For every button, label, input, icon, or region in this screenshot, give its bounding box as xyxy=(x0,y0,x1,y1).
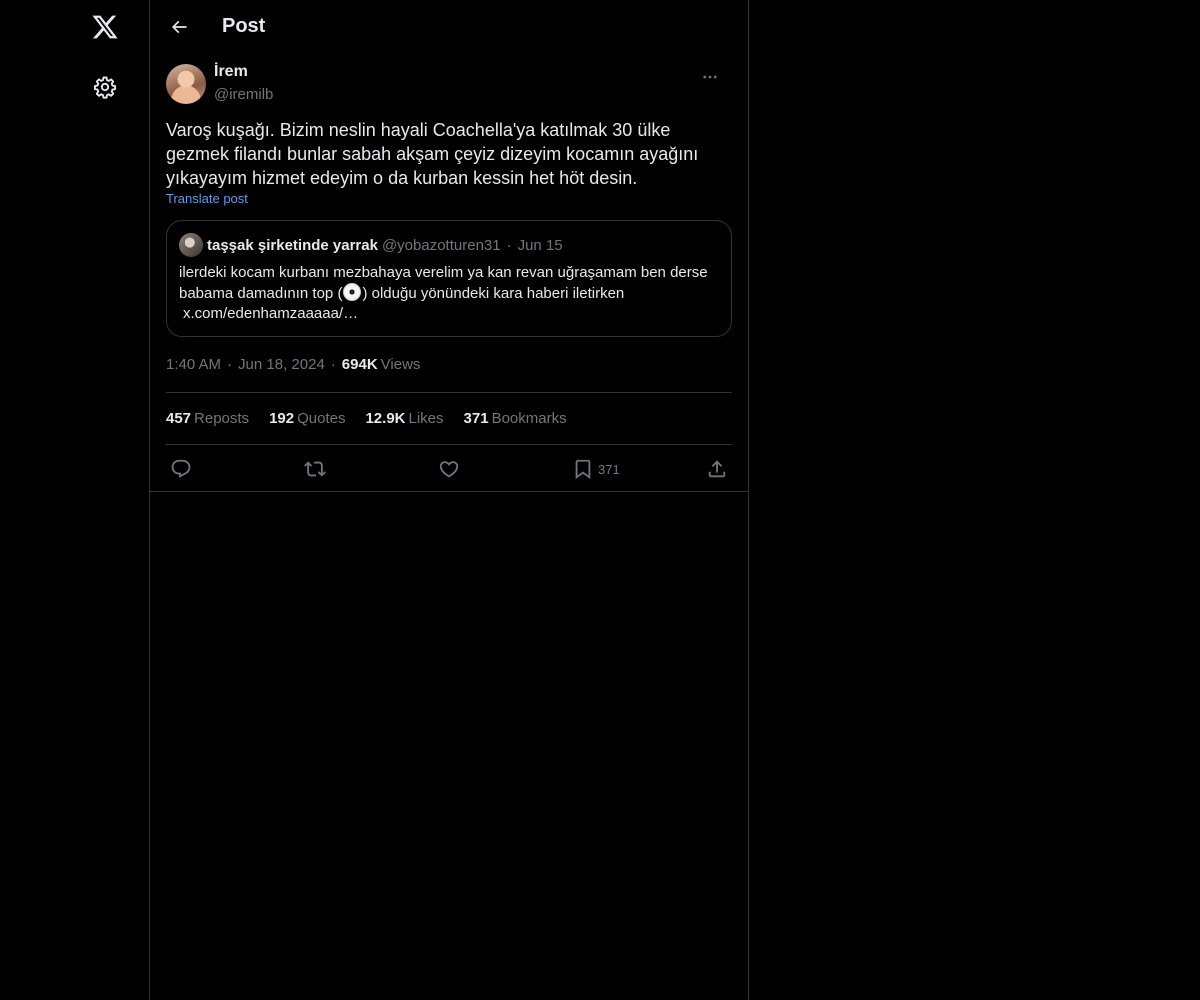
post-date[interactable]: Jun 18, 2024 xyxy=(238,356,325,373)
author-row: İrem @iremilb xyxy=(166,54,732,110)
reply-icon[interactable] xyxy=(170,455,192,483)
repost-icon[interactable] xyxy=(304,455,326,483)
likes-label: Likes xyxy=(408,410,444,427)
quote-text: ilerdeki kocam kurbanı mezbahaya verelim… xyxy=(179,263,719,324)
bookmarks-label: Bookmarks xyxy=(491,410,567,427)
gear-icon[interactable] xyxy=(82,64,128,110)
main-column: Post İrem @iremilb Varoş kuşağı. Bizim n… xyxy=(149,0,749,1000)
reposts-count: 457 xyxy=(166,410,192,427)
heart-icon[interactable] xyxy=(438,455,460,483)
left-nav xyxy=(0,0,150,1000)
back-arrow-icon[interactable] xyxy=(162,10,196,44)
quote-date: Jun 15 xyxy=(517,236,563,254)
quote-author-handle: @yobazotturen31 xyxy=(381,236,501,254)
reposts-label: Reposts xyxy=(194,410,250,427)
soccer-ball-icon xyxy=(343,283,362,301)
top-bar: Post xyxy=(150,0,748,54)
separator-dot: · xyxy=(506,236,512,254)
separator-dot: · xyxy=(227,356,233,373)
author-handle[interactable]: @iremilb xyxy=(214,86,273,103)
stats-row: 457 Reposts 192 Quotes 12.9K Likes 371 Bookm… xyxy=(166,392,732,445)
author-name[interactable]: İrem xyxy=(214,63,248,81)
post-text: Varoş kuşağı. Bizim neslin hayali Coache… xyxy=(166,120,699,188)
reposts-stat[interactable]: 457 Reposts xyxy=(166,410,249,427)
quote-link: x.com/edenhamzaaaaa/… xyxy=(183,305,359,322)
post-time[interactable]: 1:40 AM xyxy=(166,356,221,373)
quotes-label: Quotes xyxy=(297,410,346,427)
x-logo-icon[interactable] xyxy=(82,4,128,50)
bookmarks-stat[interactable]: 371 Bookmarks xyxy=(464,410,567,427)
actions-row: 371 xyxy=(166,445,732,493)
share-icon[interactable] xyxy=(706,455,728,483)
separator-dot: · xyxy=(330,356,336,373)
app: Post İrem @iremilb Varoş kuşağı. Bizim n… xyxy=(0,0,1200,1000)
views-label: Views xyxy=(380,356,421,373)
views-count: 694K xyxy=(341,356,378,373)
likes-count: 12.9K xyxy=(365,410,406,427)
page-title: Post xyxy=(222,15,266,37)
quote-header: taşşak şirketinde yarrak @yobazotturen31… xyxy=(179,233,719,257)
quotes-count: 192 xyxy=(269,410,295,427)
bookmarks-count: 371 xyxy=(463,410,489,427)
divider xyxy=(150,491,748,492)
quotes-stat[interactable]: 192 Quotes xyxy=(269,410,345,427)
post-meta: 1:40 AM · Jun 18, 2024 · 694K Views xyxy=(166,337,732,392)
quote-text-part: ) olduğu yönündeki kara haberi iletirken xyxy=(362,285,625,302)
translate-post-link[interactable]: Translate post xyxy=(166,191,248,206)
bookmark-icon[interactable]: 371 xyxy=(572,455,620,483)
quote-avatar xyxy=(179,233,203,257)
bookmark-count: 371 xyxy=(598,461,620,477)
likes-stat[interactable]: 12.9K Likes xyxy=(365,410,443,427)
quoted-post[interactable]: taşşak şirketinde yarrak @yobazotturen31… xyxy=(166,220,732,337)
quote-author-name: taşşak şirketinde yarrak xyxy=(207,236,378,254)
avatar[interactable] xyxy=(166,64,206,104)
post: İrem @iremilb Varoş kuşağı. Bizim neslin… xyxy=(150,54,748,493)
more-options-icon[interactable] xyxy=(696,63,724,91)
